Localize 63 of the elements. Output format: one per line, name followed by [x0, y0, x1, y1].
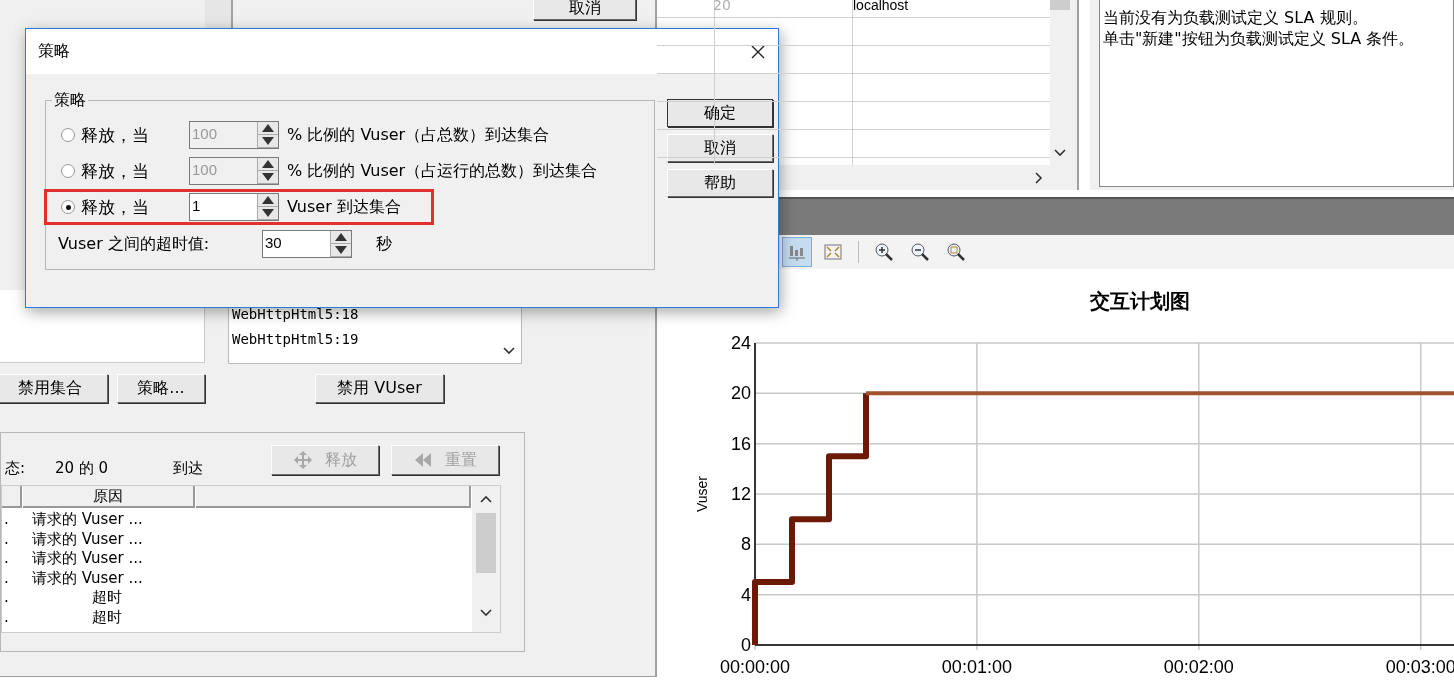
table-cell: 请求的 Vuser ...: [32, 549, 143, 568]
disable-vuser-button[interactable]: 禁用 VUser: [315, 374, 444, 403]
close-icon[interactable]: [750, 43, 766, 60]
y-tick-label: 24: [730, 333, 751, 353]
bar-chart-icon[interactable]: [782, 237, 812, 267]
scroll-up-icon[interactable]: [480, 494, 492, 504]
option-text: Vuser 到达集合: [287, 196, 401, 218]
cancel-button[interactable]: 取消: [533, 0, 636, 20]
scroll-thumb[interactable]: [476, 513, 496, 573]
y-tick-label: 0: [741, 635, 751, 655]
policy-button[interactable]: 策略...: [117, 374, 205, 403]
option-text: % 比例的 Vuser（占运行的总数）到达集合: [287, 160, 598, 182]
arrived-label: 到达: [173, 459, 203, 478]
table-cell: .: [4, 510, 9, 529]
option-label[interactable]: 释放，当: [81, 195, 189, 219]
table-cell: .: [4, 607, 9, 627]
y-tick-label: 20: [730, 383, 751, 404]
y-tick-label: 12: [730, 484, 751, 504]
table-cell: 超时: [92, 607, 122, 627]
table-cell: 请求的 Vuser ...: [32, 568, 143, 588]
timeout-label: Vuser 之间的超时值:: [58, 233, 211, 255]
dialog-title: 策略: [38, 41, 70, 62]
y-tick-label: 16: [730, 433, 751, 454]
rewind-icon: [413, 450, 433, 470]
chart-title: 交互计划图: [1090, 289, 1190, 313]
scroll-thumb[interactable]: [1050, 0, 1070, 10]
table-cell: .: [4, 529, 9, 549]
y-tick-label: 4: [741, 584, 751, 605]
scroll-down-icon[interactable]: [480, 608, 492, 618]
unit-label: 秒: [376, 233, 392, 255]
x-tick-label: 00:01:00: [941, 657, 1012, 677]
move-icon: [293, 450, 313, 470]
scroll-down-icon[interactable]: [1054, 148, 1066, 158]
script-item[interactable]: WebHttpHtml5:18: [232, 306, 359, 322]
dialog-button[interactable]: 帮助: [667, 169, 773, 197]
y-axis-label: Vuser: [694, 475, 710, 513]
column-header[interactable]: 原因: [23, 486, 195, 508]
number-spinner[interactable]: 30: [262, 230, 352, 258]
option-text: % 比例的 Vuser（占总数）到达集合: [287, 124, 550, 146]
sla-message: 单击"新建"按钮为负载测试定义 SLA 条件。: [1103, 28, 1416, 49]
table-cell: .: [4, 549, 9, 568]
table-cell: .: [4, 568, 9, 588]
table-cell: 超时: [92, 588, 122, 607]
x-tick-label: 00:00:00: [719, 657, 791, 677]
table-cell: 请求的 Vuser ...: [32, 529, 143, 549]
table-cell: localhost: [853, 0, 909, 13]
scroll-right-icon[interactable]: [1035, 172, 1043, 184]
script-item[interactable]: WebHttpHtml5:19: [232, 331, 359, 347]
number-spinner[interactable]: 1: [189, 193, 279, 221]
disable-group-button[interactable]: 禁用集合: [0, 374, 108, 403]
dialog-button[interactable]: 确定: [667, 99, 773, 127]
sla-message: 当前没有为负载测试定义 SLA 规则。: [1103, 7, 1369, 28]
status-label: 态:: [5, 459, 26, 478]
table-cell: 20: [713, 0, 731, 13]
group-title: 策略: [53, 90, 87, 111]
status-count: 20 的 0: [55, 459, 109, 478]
scrollbar[interactable]: [472, 486, 500, 632]
table-cell: 请求的 Vuser ...: [32, 510, 143, 529]
y-tick-label: 8: [741, 534, 751, 555]
radio-button[interactable]: [61, 200, 75, 214]
x-tick-label: 00:02:00: [1163, 657, 1234, 677]
table-cell: .: [4, 588, 9, 607]
scroll-down-icon[interactable]: [503, 346, 515, 356]
